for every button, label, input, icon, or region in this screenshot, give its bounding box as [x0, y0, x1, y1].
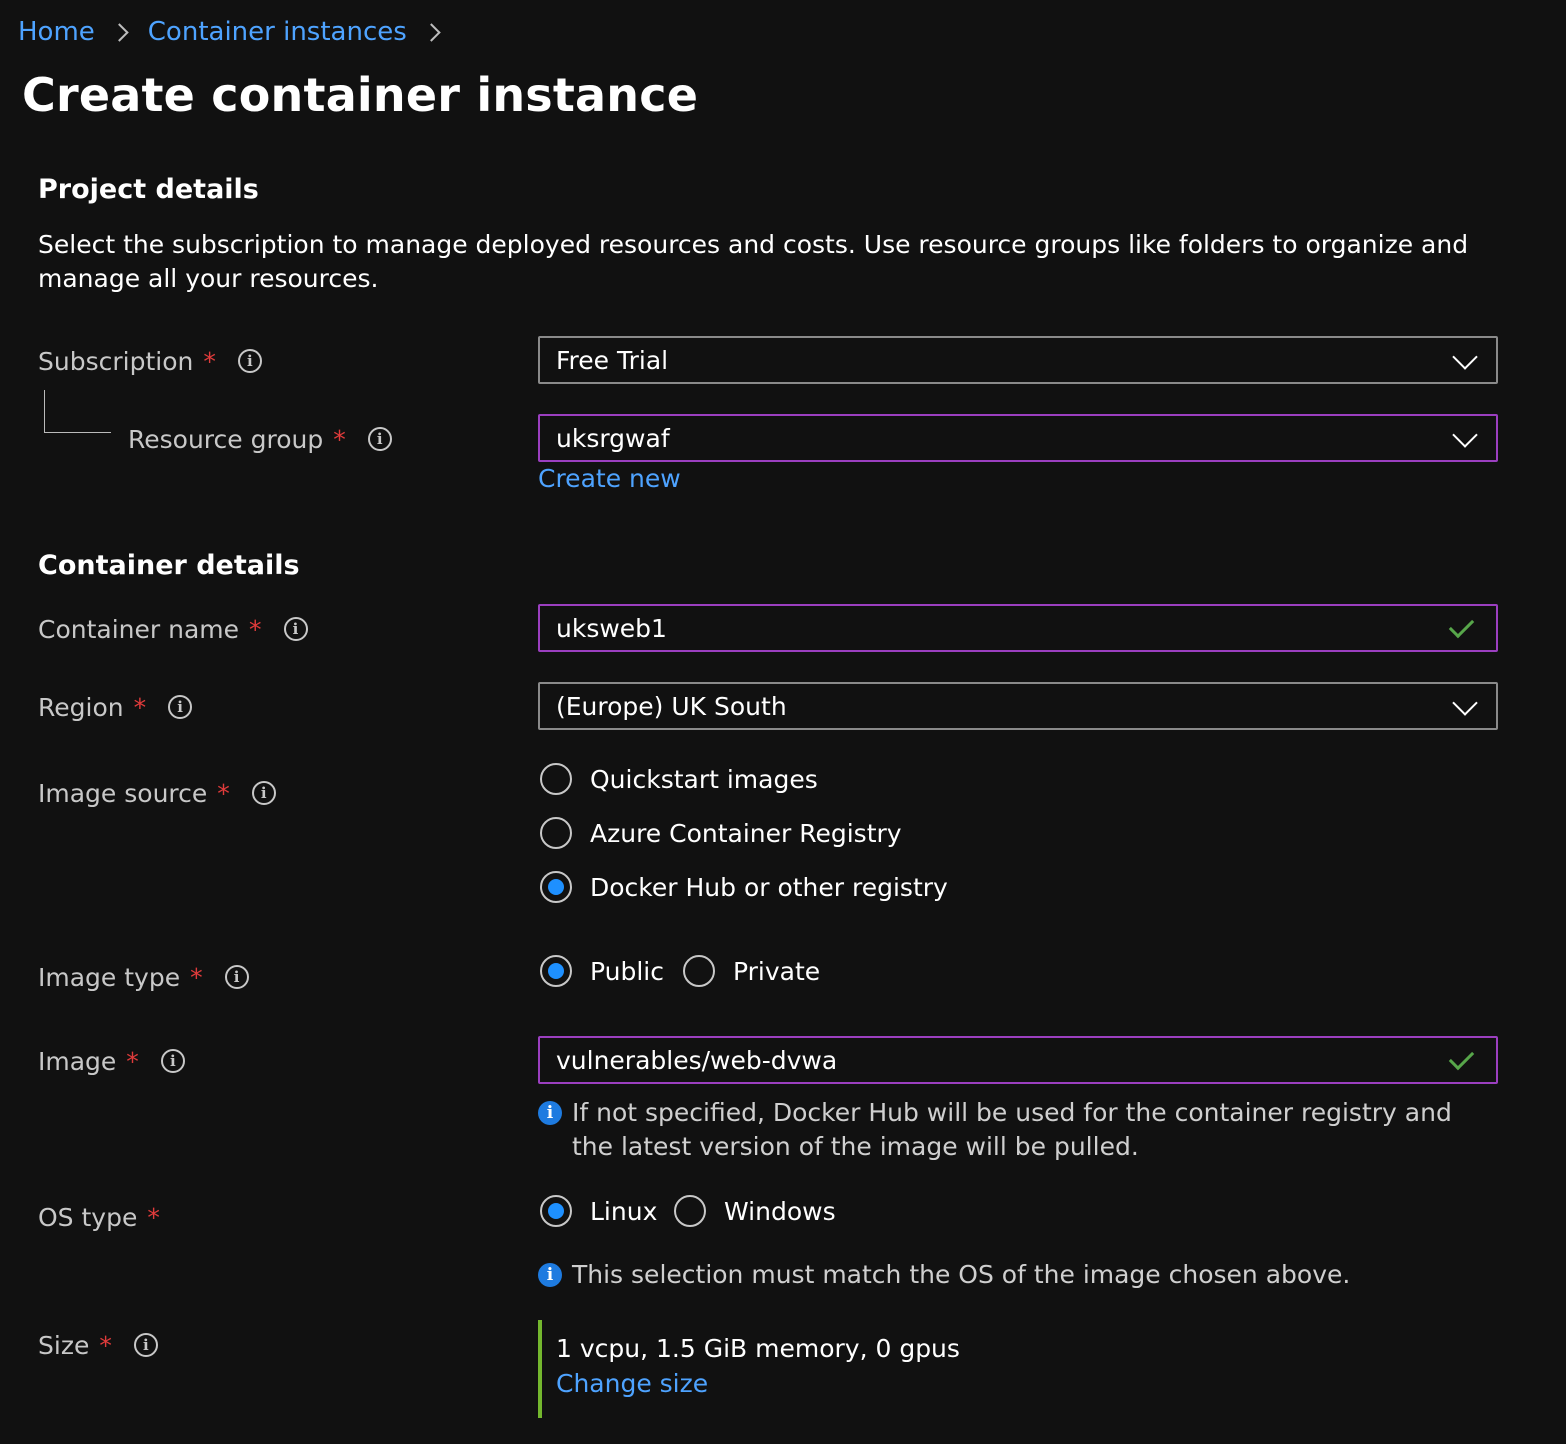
subscription-dropdown[interactable]: Free Trial	[538, 336, 1498, 384]
region-dropdown[interactable]: (Europe) UK South	[538, 682, 1498, 730]
radio-button-selected[interactable]	[540, 955, 572, 987]
size-label: Size * i	[38, 1326, 158, 1364]
required-asterisk: *	[99, 1330, 112, 1360]
info-icon[interactable]: i	[160, 1049, 185, 1073]
region-label-text: Region	[38, 692, 124, 722]
subscription-label-text: Subscription	[38, 346, 194, 376]
create-new-link[interactable]: Create new	[538, 464, 681, 493]
checkmark-icon	[1448, 1044, 1475, 1071]
info-icon[interactable]: i	[133, 1333, 158, 1357]
resource-group-dropdown[interactable]: uksrgwaf	[538, 414, 1498, 462]
os-type-label: OS type *	[38, 1198, 160, 1236]
required-asterisk: *	[203, 346, 216, 376]
radio-linux[interactable]: Linux	[540, 1192, 657, 1230]
info-filled-icon: i	[538, 1101, 562, 1125]
os-type-label-text: OS type	[38, 1202, 138, 1232]
chevron-down-icon	[1452, 344, 1478, 370]
radio-quickstart-images[interactable]: Quickstart images	[540, 760, 818, 798]
breadcrumb-container-instances-link[interactable]: Container instances	[148, 17, 407, 47]
chevron-right-icon	[422, 22, 441, 42]
breadcrumb-home-link[interactable]: Home	[18, 17, 95, 47]
container-name-label: Container name * i	[38, 610, 308, 648]
container-details-heading: Container details	[38, 550, 300, 581]
resource-group-label: Resource group * i	[128, 420, 392, 458]
required-asterisk: *	[333, 424, 346, 454]
container-name-input[interactable]: uksweb1	[538, 604, 1498, 652]
size-value: 1 vcpu, 1.5 GiB memory, 0 gpus	[556, 1334, 960, 1363]
image-type-label-text: Image type	[38, 962, 181, 992]
radio-label: Linux	[590, 1196, 658, 1226]
info-icon[interactable]: i	[224, 965, 249, 989]
radio-button-selected[interactable]	[540, 1195, 572, 1227]
page-title: Create container instance	[22, 68, 699, 122]
region-label: Region * i	[38, 688, 193, 726]
checkmark-icon	[1448, 612, 1475, 639]
breadcrumb: Home Container instances	[18, 14, 460, 50]
image-source-label-text: Image source	[38, 778, 208, 808]
region-value: (Europe) UK South	[556, 691, 787, 721]
image-info-note: i If not specified, Docker Hub will be u…	[538, 1096, 1478, 1164]
os-type-info-text: This selection must match the OS of the …	[572, 1260, 1351, 1289]
radio-docker-hub[interactable]: Docker Hub or other registry	[540, 868, 948, 906]
radio-button[interactable]	[683, 955, 715, 987]
change-size-link[interactable]: Change size	[556, 1369, 960, 1398]
tree-connector	[44, 390, 111, 433]
image-label: Image * i	[38, 1042, 185, 1080]
chevron-down-icon	[1452, 690, 1478, 716]
image-info-text: If not specified, Docker Hub will be use…	[572, 1098, 1452, 1161]
os-type-info-note: i This selection must match the OS of th…	[538, 1258, 1478, 1292]
radio-button[interactable]	[674, 1195, 706, 1227]
resource-group-value: uksrgwaf	[556, 423, 670, 453]
radio-label: Public	[590, 956, 664, 986]
size-label-text: Size	[38, 1330, 90, 1360]
project-details-heading: Project details	[38, 174, 259, 205]
required-asterisk: *	[133, 692, 147, 722]
radio-label: Docker Hub or other registry	[590, 872, 948, 902]
radio-label: Azure Container Registry	[590, 818, 902, 848]
chevron-down-icon	[1452, 422, 1478, 448]
radio-private[interactable]: Private	[683, 952, 820, 990]
image-input[interactable]: vulnerables/web-dvwa	[538, 1036, 1498, 1084]
size-summary: 1 vcpu, 1.5 GiB memory, 0 gpus Change si…	[538, 1320, 960, 1418]
project-details-description: Select the subscription to manage deploy…	[38, 230, 1469, 293]
radio-public[interactable]: Public	[540, 952, 664, 990]
resource-group-label-text: Resource group	[128, 424, 324, 454]
required-asterisk: *	[126, 1046, 139, 1076]
required-asterisk: *	[249, 614, 262, 644]
required-asterisk: *	[217, 778, 230, 808]
radio-label: Windows	[724, 1196, 836, 1226]
image-label-text: Image	[38, 1046, 117, 1076]
subscription-value: Free Trial	[556, 345, 669, 375]
info-icon[interactable]: i	[251, 781, 276, 805]
image-source-label: Image source * i	[38, 774, 276, 812]
info-icon[interactable]: i	[367, 427, 392, 451]
container-name-value: uksweb1	[556, 613, 667, 643]
radio-label: Private	[733, 956, 821, 986]
info-filled-icon: i	[538, 1263, 562, 1287]
radio-windows[interactable]: Windows	[674, 1192, 836, 1230]
image-type-label: Image type * i	[38, 958, 249, 996]
radio-button-selected[interactable]	[540, 871, 572, 903]
radio-azure-container-registry[interactable]: Azure Container Registry	[540, 814, 902, 852]
image-value: vulnerables/web-dvwa	[556, 1045, 838, 1075]
info-icon[interactable]: i	[168, 695, 193, 719]
info-icon[interactable]: i	[283, 617, 308, 641]
info-icon[interactable]: i	[237, 349, 262, 373]
radio-button[interactable]	[540, 817, 572, 849]
container-name-label-text: Container name	[38, 614, 240, 644]
subscription-label: Subscription * i	[38, 342, 262, 380]
radio-label: Quickstart images	[590, 764, 818, 794]
chevron-right-icon	[110, 22, 129, 42]
radio-button[interactable]	[540, 763, 572, 795]
required-asterisk: *	[190, 962, 203, 992]
required-asterisk: *	[147, 1202, 160, 1232]
